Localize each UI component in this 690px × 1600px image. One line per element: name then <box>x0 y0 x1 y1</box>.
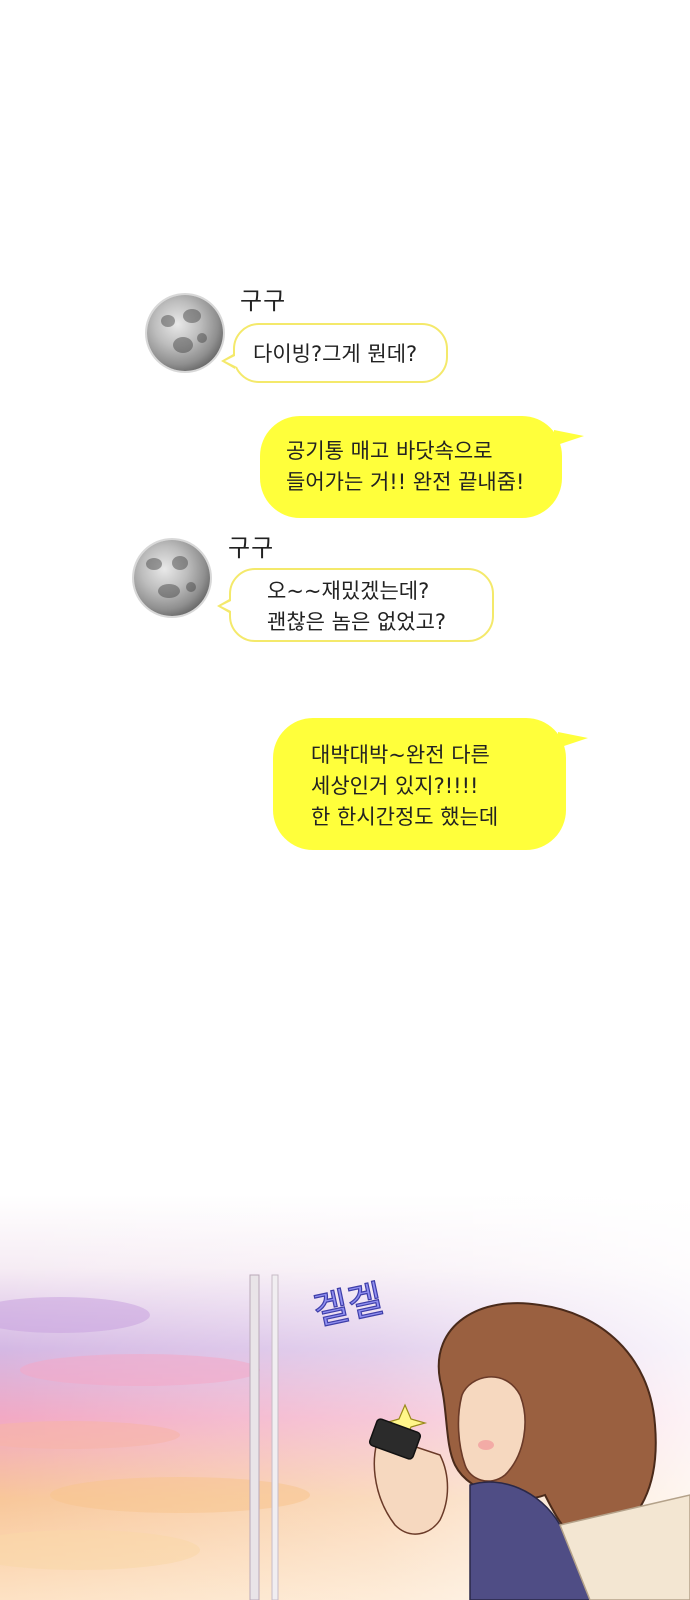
moon-crater <box>172 556 188 570</box>
moon-avatar[interactable] <box>147 295 223 371</box>
message-line: 공기통 매고 바닷속으로 <box>286 439 493 463</box>
incoming-message-bubble[interactable]: 오~~재밌겠는데? 괜찮은 놈은 없었고? <box>217 568 494 642</box>
cloud <box>20 1354 260 1386</box>
message-line: 한 한시간정도 했는데 <box>311 805 499 829</box>
moon-crater <box>183 309 201 323</box>
message-line: 들어가는 거!! 완전 끝내줌! <box>286 470 525 494</box>
message-text: 다이빙?그게 뭔데? <box>253 342 418 366</box>
message-line: 대박대박~완전 다른 <box>311 743 490 767</box>
outgoing-message-bubble[interactable]: 공기통 매고 바닷속으로 들어가는 거!! 완전 끝내줌! <box>260 416 584 518</box>
moon-crater <box>158 584 180 598</box>
cloud <box>50 1477 310 1513</box>
moon-avatar[interactable] <box>134 540 210 616</box>
girl-cheek <box>478 1440 494 1450</box>
message-line: 오~~재밌겠는데? <box>267 579 430 603</box>
window-frame <box>249 1274 260 1600</box>
sender-name: 구구 <box>228 534 275 562</box>
incoming-message-bubble[interactable]: 다이빙?그게 뭔데? <box>221 323 448 383</box>
moon-crater <box>161 315 175 327</box>
moon-crater <box>186 582 196 592</box>
sunset-scene-svg: 겔겔 <box>0 1195 690 1600</box>
moon-crater <box>173 337 193 353</box>
message-line: 괜찮은 놈은 없었고? <box>267 610 447 634</box>
sunset-illustration: 겔겔 <box>0 1195 690 1600</box>
outgoing-message-bubble[interactable]: 대박대박~완전 다른 세상인거 있지?!!!! 한 한시간정도 했는데 <box>273 718 588 850</box>
sender-name: 구구 <box>240 287 287 315</box>
moon-crater <box>197 333 207 343</box>
message-line: 세상인거 있지?!!!! <box>311 774 479 798</box>
window-frame <box>271 1274 279 1600</box>
moon-crater <box>146 558 162 570</box>
